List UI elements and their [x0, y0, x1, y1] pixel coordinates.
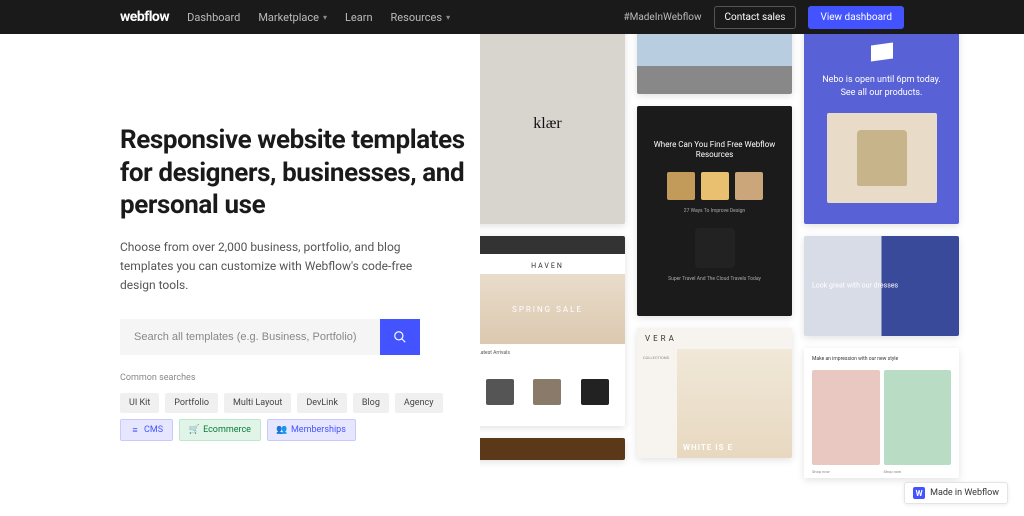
common-searches-label: Common searches — [120, 373, 480, 383]
preview-caption: Make an impression with our new style — [804, 348, 959, 370]
view-dashboard-button[interactable]: View dashboard — [808, 6, 904, 29]
preview-title: VERA — [637, 328, 792, 349]
hashtag-link[interactable]: #MadeInWebflow — [623, 12, 701, 23]
template-card-fashion[interactable]: Look great with our dresses — [804, 236, 959, 336]
preview-sidebar: COLLECTIONS — [637, 349, 677, 458]
chevron-down-icon: ▾ — [323, 13, 327, 22]
contact-sales-button[interactable]: Contact sales — [714, 6, 797, 29]
chevron-down-icon: ▾ — [446, 13, 450, 22]
search-row — [120, 319, 480, 355]
common-search-tags: UI Kit Portfolio Multi Layout DevLink Bl… — [120, 393, 480, 441]
template-card-resources[interactable]: Where Can You Find Free Webflow Resource… — [637, 106, 792, 316]
tag-ecommerce[interactable]: 🛒 Ecommerce — [179, 419, 261, 441]
tag-portfolio[interactable]: Portfolio — [165, 393, 218, 413]
stack-icon: ≡ — [130, 425, 140, 435]
template-card-vera[interactable]: VERA COLLECTIONS WHITE IS E — [637, 328, 792, 458]
preview-heading: Nebo is open until 6pm today. — [822, 74, 941, 87]
template-card-shop[interactable]: Make an impression with our new style Sh… — [804, 348, 959, 478]
template-card-haven[interactable]: HAVEN SPRING SALE Latest Arrivals — [480, 236, 625, 426]
preview-caption: 27 Ways To Improve Design — [684, 208, 745, 214]
tag-devlink[interactable]: DevLink — [297, 393, 347, 413]
nav-resources[interactable]: Resources▾ — [391, 11, 451, 24]
preview-section-label: Latest Arrivals — [480, 344, 625, 358]
search-icon — [393, 330, 407, 344]
preview-caption: Look great with our dresses — [812, 281, 898, 290]
nav-right: #MadeInWebflow Contact sales View dashbo… — [623, 6, 904, 29]
cart-icon: 🛒 — [189, 425, 199, 435]
template-card-misc[interactable] — [480, 438, 625, 460]
top-nav: webflow Dashboard Marketplace▾ Learn Res… — [0, 0, 1024, 34]
nav-items: Dashboard Marketplace▾ Learn Resources▾ — [187, 11, 450, 24]
made-in-webflow-badge[interactable]: W Made in Webflow — [904, 482, 1008, 504]
template-card-nebo[interactable]: Nebo is open until 6pm today. See all ou… — [804, 34, 959, 224]
main: Responsive website templates for designe… — [0, 34, 1024, 516]
users-icon: 👥 — [277, 425, 287, 435]
template-card-klaer[interactable]: klær — [480, 34, 625, 224]
tag-multi-layout[interactable]: Multi Layout — [224, 393, 291, 413]
preview-logo-icon — [871, 42, 893, 61]
nav-marketplace[interactable]: Marketplace▾ — [258, 11, 327, 24]
hero-section: Responsive website templates for designe… — [0, 34, 480, 516]
preview-hero: SPRING SALE — [480, 274, 625, 344]
page-subtitle: Choose from over 2,000 business, portfol… — [120, 238, 440, 296]
preview-heading: Where Can You Find Free Webflow Resource… — [647, 140, 782, 161]
tag-agency[interactable]: Agency — [395, 393, 443, 413]
tag-blog[interactable]: Blog — [353, 393, 389, 413]
tag-memberships[interactable]: 👥 Memberships — [267, 419, 356, 441]
preview-caption: WHITE IS E — [683, 443, 733, 452]
preview-subheading: See all our products. — [841, 87, 923, 100]
webflow-icon: W — [913, 487, 925, 499]
search-button[interactable] — [380, 319, 420, 355]
nav-learn[interactable]: Learn — [345, 11, 373, 24]
nav-dashboard[interactable]: Dashboard — [187, 11, 240, 24]
preview-caption: Super Travel And The Cloud Travels Today — [668, 276, 761, 282]
template-previews: klær HAVEN SPRING SALE Latest Arrivals W… — [480, 34, 1024, 516]
search-input[interactable] — [120, 319, 380, 355]
preview-title: HAVEN — [480, 254, 625, 274]
tag-cms[interactable]: ≡ CMS — [120, 419, 173, 441]
tag-ui-kit[interactable]: UI Kit — [120, 393, 159, 413]
template-card-bridge[interactable] — [637, 34, 792, 94]
page-title: Responsive website templates for designe… — [120, 124, 480, 222]
webflow-logo[interactable]: webflow — [120, 9, 169, 25]
